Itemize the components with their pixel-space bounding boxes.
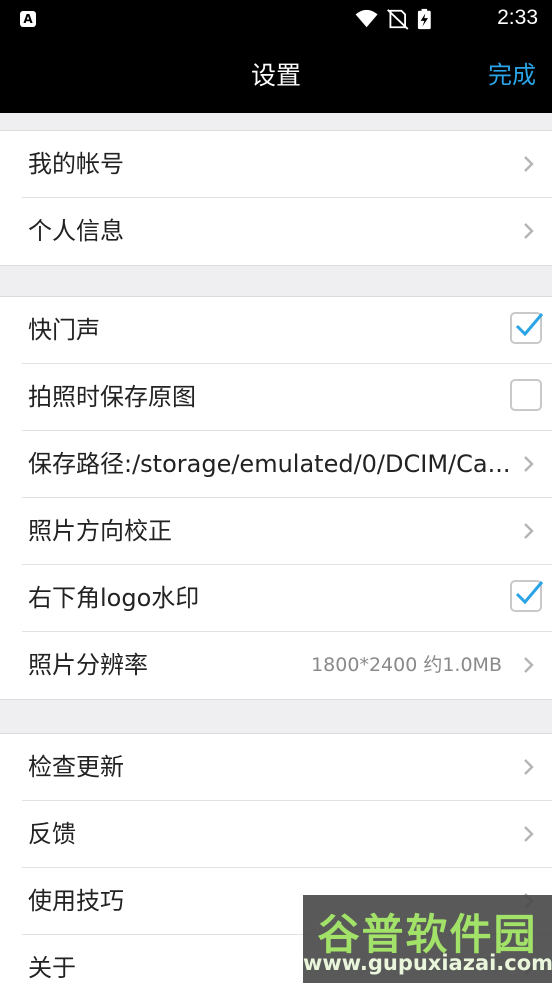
chevron-right-icon — [524, 523, 534, 539]
setting-label: 反馈 — [28, 820, 76, 848]
clock: 2:33 — [497, 6, 538, 29]
app-notification-icon: A — [20, 11, 36, 27]
setting-label: 使用技巧 — [28, 887, 124, 915]
setting-label: 关于 — [28, 954, 76, 982]
setting-row-save-original[interactable]: 拍照时保存原图 — [22, 364, 552, 431]
setting-row-orientation-correction[interactable]: 照片方向校正 — [22, 498, 552, 565]
title-bar: 设置 完成 — [0, 38, 552, 113]
setting-row-save-path[interactable]: 保存路径:/storage/emulated/0/DCIM/Ca... — [22, 431, 552, 498]
setting-row-feedback[interactable]: 反馈 — [22, 801, 552, 868]
checkmark-icon — [515, 581, 544, 605]
chevron-right-icon — [524, 456, 534, 472]
battery-charging-icon — [417, 8, 431, 30]
setting-row-shutter-sound[interactable]: 快门声 — [22, 297, 552, 364]
setting-row-check-update[interactable]: 检查更新 — [22, 734, 552, 801]
page-title: 设置 — [250, 61, 301, 90]
setting-row-resolution[interactable]: 照片分辨率 1800*2400 约1.0MB — [22, 632, 552, 699]
chevron-right-icon — [524, 759, 534, 775]
done-button[interactable]: 完成 — [488, 38, 536, 113]
resolution-value: 1800*2400 约1.0MB — [311, 654, 502, 676]
account-section: 我的帐号 个人信息 — [0, 130, 552, 266]
setting-row-personal-info[interactable]: 个人信息 — [22, 198, 552, 265]
system-status-icons — [355, 8, 431, 30]
watermark-url: www.gupuxiazai.com — [303, 951, 552, 975]
no-sim-icon — [387, 9, 409, 30]
chevron-right-icon — [524, 826, 534, 842]
setting-label: 保存路径:/storage/emulated/0/DCIM/Ca... — [28, 450, 511, 478]
setting-label: 我的帐号 — [28, 150, 124, 178]
camera-section: 快门声 拍照时保存原图 保存路径:/storage/emulated/0/DCI… — [0, 296, 552, 700]
setting-label: 个人信息 — [28, 217, 124, 245]
setting-label: 拍照时保存原图 — [28, 383, 196, 411]
setting-row-logo-watermark[interactable]: 右下角logo水印 — [22, 565, 552, 632]
wifi-icon — [355, 9, 378, 28]
setting-label: 右下角logo水印 — [28, 584, 200, 612]
checkmark-icon — [515, 313, 544, 337]
chevron-right-icon — [524, 156, 534, 172]
chevron-right-icon — [524, 657, 534, 673]
save-original-checkbox[interactable] — [510, 379, 542, 411]
setting-row-my-account[interactable]: 我的帐号 — [22, 131, 552, 198]
site-watermark: 谷普软件园 www.gupuxiazai.com — [303, 895, 552, 983]
setting-label: 检查更新 — [28, 753, 124, 781]
setting-label: 快门声 — [28, 316, 100, 344]
setting-label: 照片方向校正 — [28, 517, 172, 545]
logo-watermark-checkbox[interactable] — [510, 580, 544, 612]
chevron-right-icon — [524, 223, 534, 239]
shutter-sound-checkbox[interactable] — [510, 312, 544, 344]
setting-label: 照片分辨率 — [28, 651, 148, 679]
status-bar: A 2:33 — [0, 0, 552, 38]
